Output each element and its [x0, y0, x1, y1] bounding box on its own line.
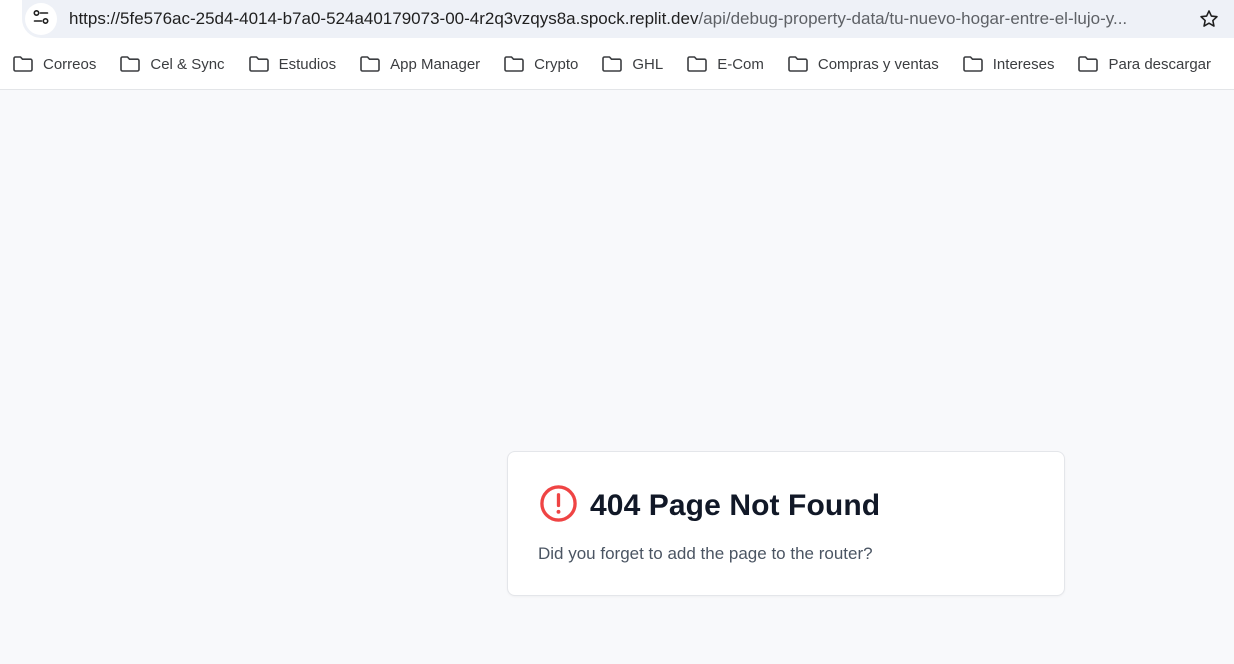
- site-info-button[interactable]: [25, 3, 57, 35]
- page-title: 404 Page Not Found: [590, 489, 881, 522]
- bookmark-label: Correos: [43, 55, 97, 73]
- error-message: Did you forget to add the page to the ro…: [538, 544, 873, 563]
- folder-icon: [359, 55, 390, 73]
- bookmark-folder[interactable]: Intereses: [950, 49, 1066, 79]
- bookmark-folder[interactable]: App Manager: [347, 49, 491, 79]
- bookmark-folder[interactable]: Compras y ventas: [775, 49, 950, 79]
- tune-icon: [32, 8, 50, 31]
- bookmark-folder[interactable]: Correos: [0, 49, 107, 79]
- error-heading: 404 Page Not Found: [539, 484, 880, 528]
- folder-icon: [962, 55, 993, 73]
- bookmark-label: Crypto: [534, 55, 579, 73]
- bookmark-label: Cel & Sync: [150, 55, 225, 73]
- folder-icon: [1077, 55, 1108, 73]
- bookmark-folder[interactable]: Cel & Sync: [107, 49, 235, 79]
- bookmark-folder[interactable]: [1222, 49, 1234, 79]
- bookmark-label: App Manager: [390, 55, 481, 73]
- folder-icon: [787, 55, 818, 73]
- bookmark-label: Intereses: [992, 55, 1055, 73]
- address-bar[interactable]: https://5fe576ac-25d4-4014-b7a0-524a4017…: [22, 0, 1234, 38]
- bookmark-label: Para descargar: [1108, 55, 1212, 73]
- folder-icon: [686, 55, 717, 73]
- bookmark-folder[interactable]: E-Com: [674, 49, 775, 79]
- star-icon[interactable]: [1198, 8, 1220, 30]
- url-text[interactable]: https://5fe576ac-25d4-4014-b7a0-524a4017…: [69, 0, 1179, 38]
- bookmark-folder[interactable]: Para descargar: [1065, 49, 1222, 79]
- bookmarks-bar: Correos Cel & Sync Estudios App Manager Cryp…: [0, 46, 1234, 82]
- error-card: 404 Page Not Found Did you forget to add…: [507, 451, 1065, 596]
- bookmark-folder[interactable]: GHL: [589, 49, 674, 79]
- url-host: https://5fe576ac-25d4-4014-b7a0-524a4017…: [69, 9, 699, 28]
- folder-icon: [12, 55, 43, 73]
- bookmark-label: Compras y ventas: [817, 55, 939, 73]
- url-path: /api/debug-property-data/tu-nuevo-hogar-…: [698, 9, 1128, 28]
- folder-icon: [248, 55, 279, 73]
- alert-circle-icon: [539, 484, 578, 528]
- bookmark-label: E-Com: [717, 55, 764, 73]
- bookmark-folder[interactable]: Estudios: [236, 49, 348, 79]
- bookmark-label: GHL: [632, 55, 664, 73]
- bookmark-folder[interactable]: Crypto: [491, 49, 589, 79]
- browser-chrome: https://5fe576ac-25d4-4014-b7a0-524a4017…: [0, 0, 1234, 90]
- folder-icon: [119, 55, 150, 73]
- bookmark-label: Estudios: [278, 55, 337, 73]
- folder-icon: [503, 55, 534, 73]
- folder-icon: [601, 55, 632, 73]
